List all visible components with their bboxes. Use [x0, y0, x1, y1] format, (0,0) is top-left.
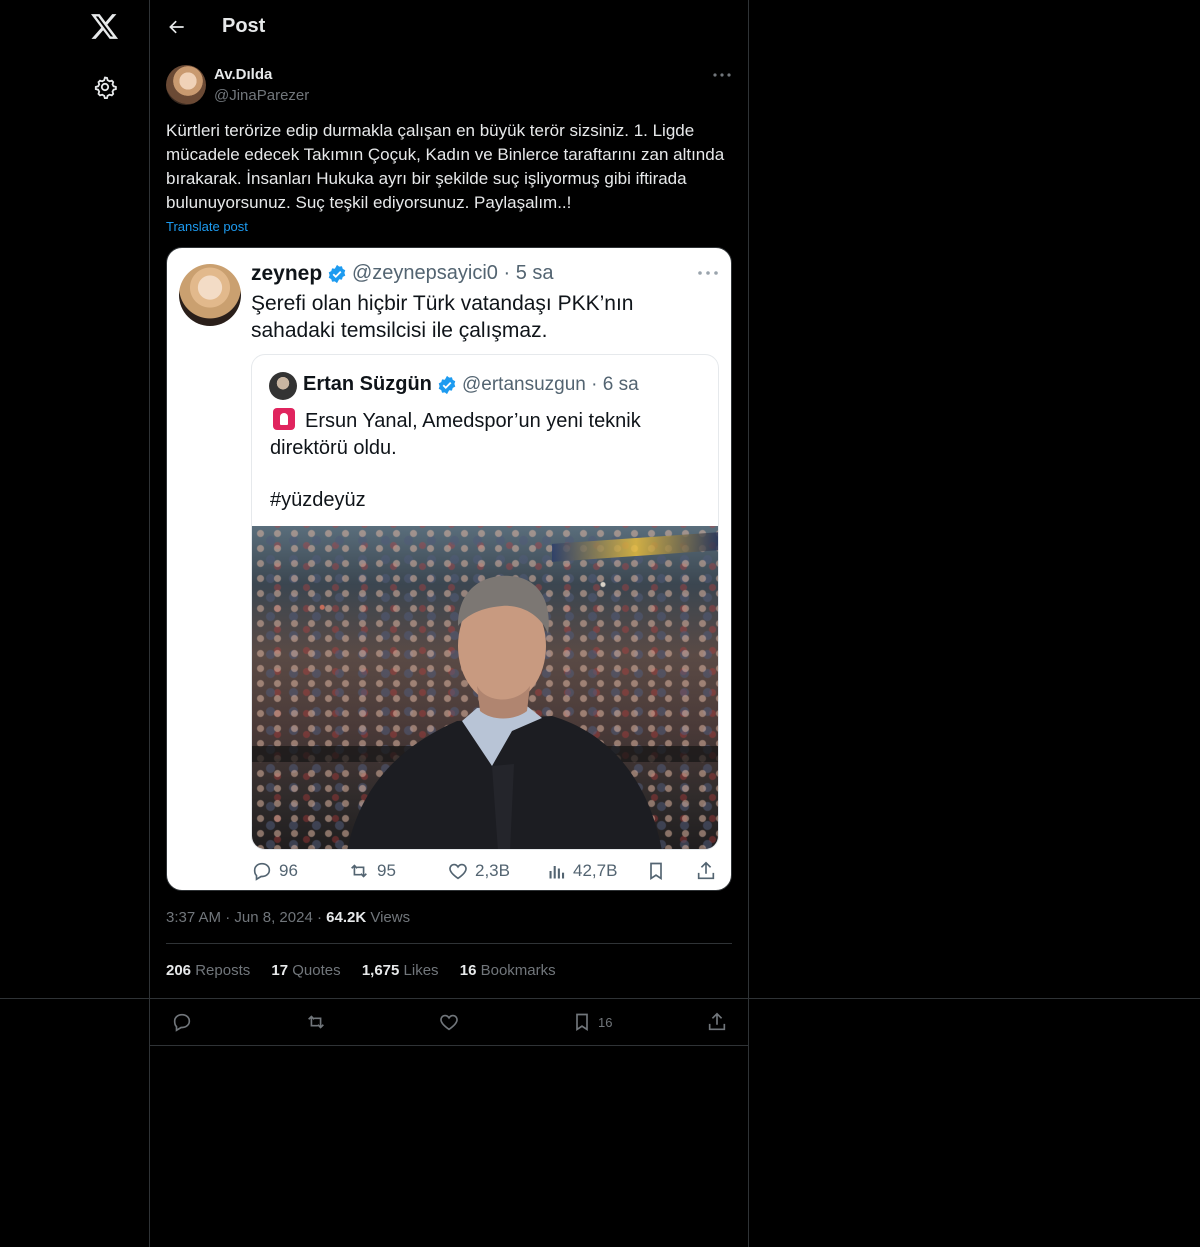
x-logo-icon[interactable] [90, 12, 120, 42]
quote-name: Ertan Süzgün [303, 373, 432, 395]
separator-dot: · [316, 909, 327, 926]
avatar[interactable] [166, 65, 206, 105]
embedded-bookmark-icon [646, 858, 666, 884]
top-bar: Post [150, 0, 749, 54]
verified-badge-icon [437, 375, 457, 395]
left-nav [0, 0, 150, 1247]
quote-hashtag: #yüzdeyüz [270, 489, 366, 511]
likes-count: 1,675 [361, 962, 400, 979]
reply-icon [173, 1013, 191, 1032]
post-stats: 206 Reposts 17 Quotes 1,675 Likes 16 Boo… [166, 962, 573, 979]
embedded-reply: 96 [251, 858, 298, 884]
embedded-like-count: 2,3B [475, 861, 510, 880]
repost-icon [308, 1015, 324, 1029]
separator-dot: · [225, 909, 235, 926]
embedded-like: 2,3B [447, 858, 510, 884]
likes-stat[interactable]: 1,675 Likes [362, 962, 439, 979]
stadium-photo [252, 526, 718, 849]
embedded-handle: @zeynepsayici0 · 5 sa [352, 262, 554, 284]
embedded-views-count: 42,7B [573, 861, 618, 880]
embedded-action-row: 96 95 2,3B 42,7B [251, 858, 721, 884]
post-action-bar: 16 [150, 999, 749, 1046]
divider [166, 943, 732, 944]
post-meta: 3:37 AM · Jun 8, 2024 · 64.2K Views [166, 909, 410, 926]
reposts-count: 206 [166, 962, 192, 979]
embedded-repost-count: 95 [377, 861, 396, 880]
quotes-label: Quotes [292, 962, 341, 979]
embedded-repost: 95 [347, 858, 396, 884]
gear-icon[interactable] [90, 72, 120, 102]
embedded-text: Şerefi olan hiçbir Türk vatandaşı PKK’nı… [251, 292, 634, 342]
quotes-count: 17 [271, 962, 289, 979]
repost-button[interactable] [304, 1009, 328, 1035]
embedded-reply-count: 96 [279, 861, 298, 880]
quotes-stat[interactable]: 17 Quotes [271, 962, 340, 979]
verified-badge-icon [327, 264, 347, 284]
quote-text-content: Ersun Yanal, Amedspor’un yeni teknik dir… [270, 410, 641, 459]
quote-avatar [269, 372, 297, 400]
author-display-name[interactable]: Av.Dılda [214, 66, 272, 83]
page-title: Post [222, 15, 266, 37]
likes-label: Likes [403, 962, 439, 979]
bookmarks-count: 16 [459, 962, 477, 979]
bookmarks-stat: 16 Bookmarks [460, 962, 556, 979]
post-date[interactable]: Jun 8, 2024 [234, 909, 312, 926]
views-count: 64.2K [326, 909, 367, 926]
like-button[interactable] [438, 1009, 460, 1035]
main-column: Post Av.Dılda @JinaParezer Kürtleri terö… [150, 0, 749, 1247]
more-options-icon[interactable] [710, 64, 734, 86]
siren-icon [273, 408, 295, 430]
embedded-share-icon [695, 858, 717, 884]
embedded-avatar [179, 264, 241, 326]
author-handle[interactable]: @JinaParezer [214, 87, 309, 104]
share-button[interactable] [706, 1009, 728, 1035]
embedded-quote: Ertan Süzgün @ertansuzgun · 6 sa Ersun Y… [251, 354, 719, 850]
bookmark-button[interactable]: 16 [572, 1009, 612, 1035]
embedded-name: zeynep [251, 262, 323, 285]
post-image[interactable]: zeynep @zeynepsayici0 · 5 sa Şerefi olan… [166, 247, 732, 891]
post-text: Kürtleri terörize edip durmakla çalışan … [166, 121, 725, 212]
embedded-views: 42,7B [547, 858, 617, 884]
bookmark-count: 16 [598, 1014, 613, 1030]
quote-text: Ersun Yanal, Amedspor’un yeni teknik dir… [270, 408, 700, 462]
coach-figure [347, 575, 662, 849]
bookmarks-label: Bookmarks [480, 962, 556, 979]
heart-icon [440, 1014, 458, 1031]
bookmark-icon [576, 1013, 588, 1032]
embedded-more-icon [696, 266, 720, 280]
reposts-label: Reposts [195, 962, 251, 979]
reposts-stat[interactable]: 206 Reposts [166, 962, 250, 979]
share-icon [708, 1012, 726, 1031]
post-time[interactable]: 3:37 AM [166, 909, 221, 926]
arrow-left-icon[interactable] [164, 14, 190, 40]
quote-handle: @ertansuzgun · 6 sa [462, 374, 639, 395]
translate-post-link[interactable]: Translate post [166, 219, 248, 234]
reply-button[interactable] [171, 1009, 193, 1035]
views-label: Views [370, 909, 411, 926]
